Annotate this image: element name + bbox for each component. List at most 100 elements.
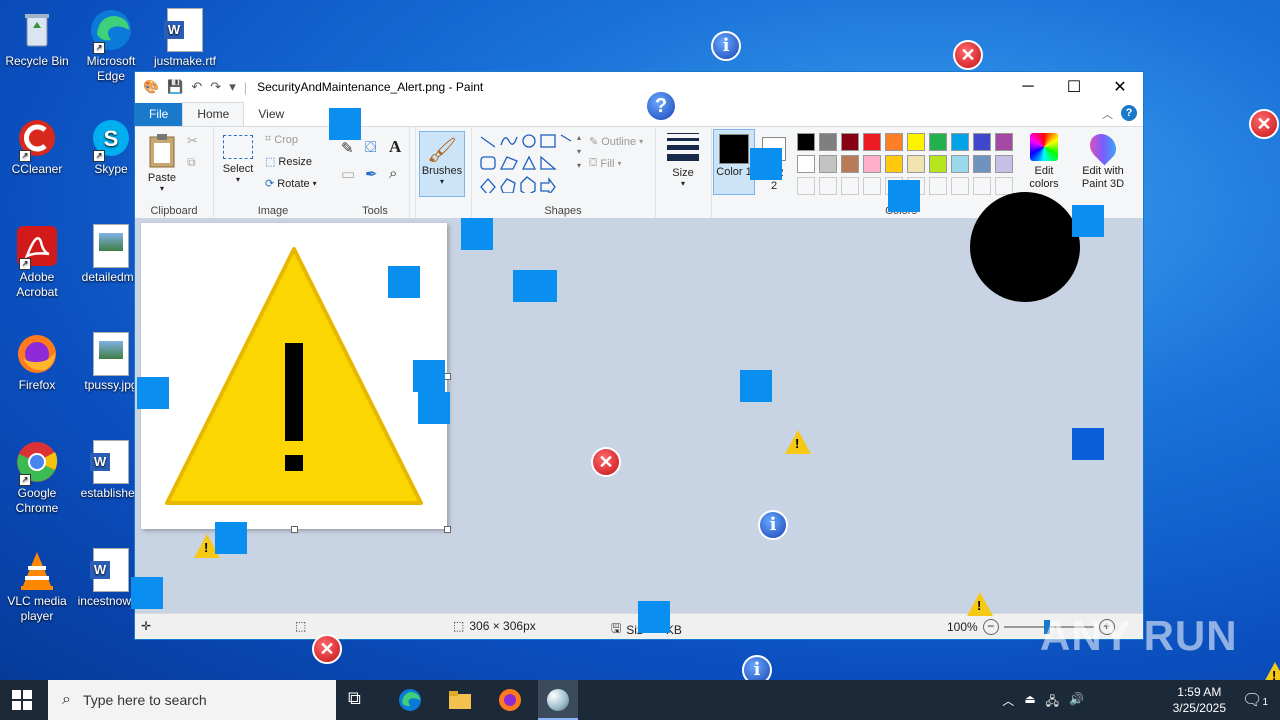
- palette-swatch[interactable]: [929, 155, 947, 173]
- dropdown-arrow-icon: ▾: [235, 175, 240, 184]
- resize-handle[interactable]: [444, 373, 451, 380]
- palette-swatch[interactable]: [797, 155, 815, 173]
- shapes-gallery[interactable]: [477, 131, 573, 193]
- palette-swatch[interactable]: [885, 155, 903, 173]
- palette-swatch[interactable]: [973, 155, 991, 173]
- edit-paint3d-label: Edit with Paint 3D: [1081, 165, 1125, 190]
- show-hidden-icons-icon[interactable]: ︿: [1002, 692, 1014, 713]
- fill-icon[interactable]: ⛋: [365, 139, 376, 156]
- file-explorer-icon[interactable]: [448, 688, 472, 712]
- desktop-icon-chrome[interactable]: ↗ Google Chrome: [0, 440, 74, 516]
- palette-swatch[interactable]: [841, 155, 859, 173]
- palette-swatch[interactable]: [995, 155, 1013, 173]
- palette-swatch[interactable]: [929, 133, 947, 151]
- word-doc-icon: W: [163, 8, 207, 52]
- undo-icon[interactable]: ↶: [191, 79, 202, 95]
- palette-swatch[interactable]: [907, 133, 925, 151]
- shapes-scroll-icon[interactable]: ▴ ▾ ▾: [577, 131, 581, 173]
- task-view-icon[interactable]: ⧉: [348, 688, 372, 712]
- size-button[interactable]: Size ▾: [663, 133, 703, 188]
- color-picker-icon[interactable]: ✒: [365, 165, 378, 183]
- tab-view[interactable]: View: [244, 103, 298, 126]
- palette-swatch[interactable]: [995, 133, 1013, 151]
- rotate-button[interactable]: ⟳ Rotate ▾: [265, 177, 317, 191]
- usb-icon[interactable]: ⏏: [1024, 692, 1035, 713]
- palette-swatch[interactable]: [951, 177, 969, 195]
- paste-button[interactable]: Paste ▾: [145, 133, 179, 193]
- search-input[interactable]: ⌕ Type here to search: [48, 680, 336, 720]
- palette-swatch[interactable]: [819, 155, 837, 173]
- clipboard-label: Clipboard: [150, 205, 198, 217]
- minimize-button[interactable]: ─: [1005, 72, 1051, 102]
- copy-icon[interactable]: ⧉: [187, 155, 196, 170]
- desktop-icon-justmake[interactable]: W justmake.rtf: [148, 8, 222, 69]
- desktop-icon-acrobat[interactable]: ↗ Adobe Acrobat: [0, 224, 74, 300]
- text-tool-icon[interactable]: A: [389, 137, 401, 157]
- dropdown-arrow-icon: ▾: [159, 184, 164, 193]
- desktop-icon-firefox[interactable]: Firefox: [0, 332, 74, 393]
- resize-handle[interactable]: [291, 526, 298, 533]
- cut-icon[interactable]: ✂: [187, 133, 198, 149]
- network-icon[interactable]: 🖧: [1046, 692, 1059, 713]
- desktop-icon-recycle-bin[interactable]: Recycle Bin: [0, 8, 74, 69]
- desktop-icon-ccleaner[interactable]: ↗ CCleaner: [0, 116, 74, 177]
- edit-colors-button[interactable]: Edit colors: [1021, 133, 1067, 191]
- select-button[interactable]: Select ▾: [221, 135, 255, 184]
- tab-file[interactable]: File: [135, 103, 183, 126]
- palette-swatch[interactable]: [797, 177, 815, 195]
- glitch-square: [418, 392, 450, 424]
- palette-swatch[interactable]: [885, 133, 903, 151]
- palette-swatch[interactable]: [973, 133, 991, 151]
- brushes-button[interactable]: 🖌 Brushes ▾: [419, 131, 465, 197]
- palette-swatch[interactable]: [951, 155, 969, 173]
- crop-button[interactable]: ⌗ Crop: [265, 133, 298, 146]
- desktop-icon-vlc[interactable]: VLC media player: [0, 548, 74, 624]
- start-button[interactable]: [12, 690, 32, 713]
- title-bar: 🎨 💾 ↶ ↷ ▾ | SecurityAndMaintenance_Alert…: [135, 72, 1143, 102]
- palette-swatch[interactable]: [863, 155, 881, 173]
- tab-home[interactable]: Home: [182, 102, 245, 126]
- palette-swatch[interactable]: [841, 133, 859, 151]
- palette-swatch[interactable]: [819, 177, 837, 195]
- clock-time: 1:59 AM: [1177, 685, 1222, 699]
- palette-swatch[interactable]: [841, 177, 859, 195]
- quick-access-dropdown-icon[interactable]: ▾: [229, 79, 236, 95]
- notification-center-icon[interactable]: 🗨1: [1242, 690, 1268, 710]
- clock[interactable]: 1:59 AM 3/25/2025: [1173, 684, 1226, 716]
- fill-button[interactable]: ⛋ Fill ▾: [589, 157, 621, 170]
- edit-with-paint3d-button[interactable]: Edit with Paint 3D: [1073, 128, 1133, 191]
- glitch-square: [750, 148, 782, 180]
- color-spectrum-icon: [1030, 133, 1058, 161]
- palette-swatch[interactable]: [951, 133, 969, 151]
- palette-swatch[interactable]: [929, 177, 947, 195]
- eraser-icon[interactable]: ▭: [341, 165, 355, 183]
- zoom-out-button[interactable]: −: [982, 619, 999, 635]
- windows-icon: [12, 690, 32, 710]
- close-button[interactable]: ✕: [1097, 72, 1143, 102]
- outline-button[interactable]: ✎ Outline ▾: [589, 135, 643, 149]
- palette-swatch[interactable]: [907, 155, 925, 173]
- resize-handle[interactable]: [444, 526, 451, 533]
- taskbar-firefox-icon[interactable]: [498, 688, 522, 712]
- ribbon-tabs: File Home View ︿ ?: [135, 102, 1143, 127]
- volume-icon[interactable]: 🔊: [1069, 692, 1084, 713]
- resize-button[interactable]: ⬚ Resize: [265, 155, 312, 169]
- redo-icon[interactable]: ↷: [210, 79, 221, 95]
- select-label: Select: [222, 163, 254, 175]
- palette-swatch[interactable]: [995, 177, 1013, 195]
- error-icon: ✕: [1249, 109, 1279, 139]
- help-icon[interactable]: ?: [1121, 105, 1137, 121]
- palette-swatch[interactable]: [797, 133, 815, 151]
- save-icon[interactable]: 💾: [167, 79, 183, 95]
- collapse-ribbon-icon[interactable]: ︿: [1102, 106, 1113, 122]
- magnifier-icon[interactable]: ⌕: [389, 165, 397, 182]
- taskbar-edge-icon[interactable]: [398, 688, 422, 712]
- maximize-button[interactable]: ☐: [1051, 72, 1097, 102]
- taskbar-paint-icon[interactable]: [538, 680, 578, 720]
- pencil-icon[interactable]: ✎: [341, 139, 354, 157]
- palette-swatch[interactable]: [863, 177, 881, 195]
- palette-swatch[interactable]: [819, 133, 837, 151]
- color1-button[interactable]: Color 1: [713, 129, 755, 195]
- palette-swatch[interactable]: [973, 177, 991, 195]
- palette-swatch[interactable]: [863, 133, 881, 151]
